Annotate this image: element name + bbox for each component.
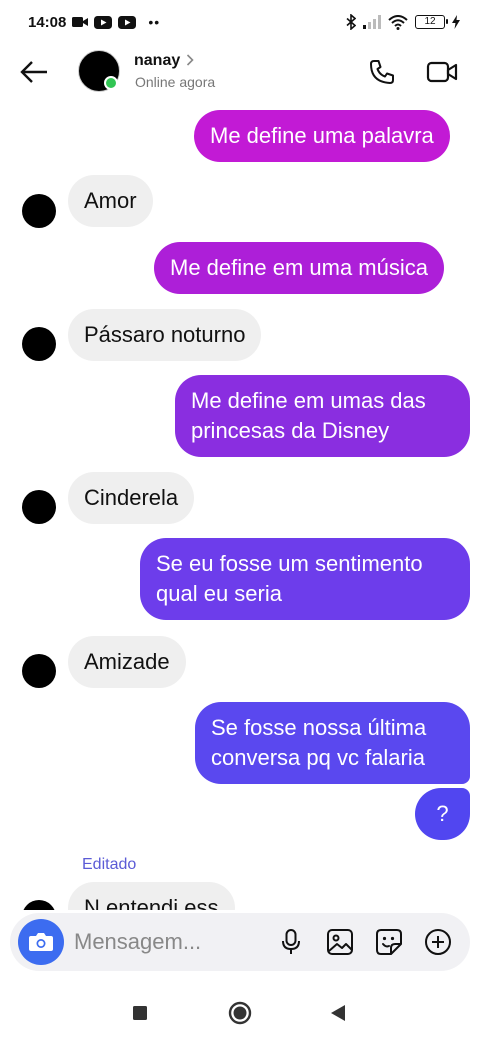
video-camera-icon	[426, 61, 458, 83]
received-message[interactable]: Pássaro noturno	[68, 309, 262, 361]
bluetooth-icon	[346, 14, 356, 30]
home-button[interactable]	[226, 999, 254, 1027]
sender-avatar[interactable]	[22, 327, 56, 361]
sent-message[interactable]: Me define uma palavra	[194, 110, 450, 162]
arrow-left-icon	[20, 61, 47, 83]
sent-message[interactable]: Me define em uma música	[154, 242, 444, 294]
edited-label: Editado	[82, 856, 137, 873]
voice-call-button[interactable]	[364, 54, 400, 90]
message-clip-area: N entendi ess	[0, 880, 480, 910]
battery-icon: 12	[415, 15, 448, 29]
youtube-icon	[118, 15, 137, 29]
gallery-button[interactable]	[325, 927, 355, 957]
voice-message-button[interactable]	[276, 927, 306, 957]
sent-message[interactable]: Se eu fosse um sentimento qual eu seria	[140, 538, 470, 620]
sent-message[interactable]: Me define em umas das princesas da Disne…	[175, 375, 470, 457]
received-message[interactable]: Amizade	[68, 636, 186, 688]
online-status-dot	[104, 76, 118, 90]
sender-avatar[interactable]	[22, 194, 56, 228]
sent-message[interactable]: ?	[415, 788, 470, 840]
signal-icon	[363, 15, 381, 29]
contact-name-link[interactable]: nanay​	[134, 52, 194, 70]
status-bar: 14:08 •• 12	[0, 0, 480, 44]
sender-avatar[interactable]	[22, 900, 56, 910]
contact-online-status: Online agora	[135, 74, 216, 90]
phone-icon	[370, 60, 394, 84]
charging-icon	[452, 15, 460, 29]
message-composer	[10, 913, 470, 971]
circle-icon	[228, 1001, 252, 1025]
plus-circle-icon	[425, 929, 451, 955]
sender-avatar[interactable]	[22, 490, 56, 524]
more-notifications-dots: ••	[148, 14, 161, 30]
recent-apps-button[interactable]	[126, 999, 154, 1027]
image-icon	[327, 929, 353, 955]
camera-icon	[29, 933, 53, 951]
status-time: 14:08	[28, 13, 67, 31]
received-message[interactable]: Cinderela	[68, 472, 195, 524]
back-nav-button[interactable]	[324, 999, 352, 1027]
sent-message[interactable]: Se fosse nossa última conversa pq vc fal…	[195, 702, 470, 784]
video-call-button[interactable]	[422, 54, 462, 90]
received-message[interactable]: N entendi ess	[68, 882, 235, 910]
chat-header: nanay​ Online agora	[0, 44, 480, 100]
more-options-button[interactable]	[423, 927, 453, 957]
system-navigation-bar	[0, 985, 480, 1040]
triangle-back-icon	[331, 1005, 345, 1021]
message-input[interactable]	[74, 928, 264, 956]
video-camera-icon	[72, 16, 89, 28]
contact-name: nanay​	[134, 52, 181, 69]
square-icon	[133, 1006, 147, 1020]
chevron-right-icon	[186, 53, 194, 69]
sender-avatar[interactable]	[22, 654, 56, 688]
sticker-button[interactable]	[374, 927, 404, 957]
sticker-icon	[376, 929, 402, 955]
back-button[interactable]	[18, 56, 50, 88]
camera-button[interactable]	[18, 919, 64, 965]
microphone-icon	[282, 929, 300, 954]
youtube-icon	[94, 15, 113, 29]
received-message[interactable]: Amor	[68, 175, 153, 227]
wifi-icon	[388, 14, 408, 30]
